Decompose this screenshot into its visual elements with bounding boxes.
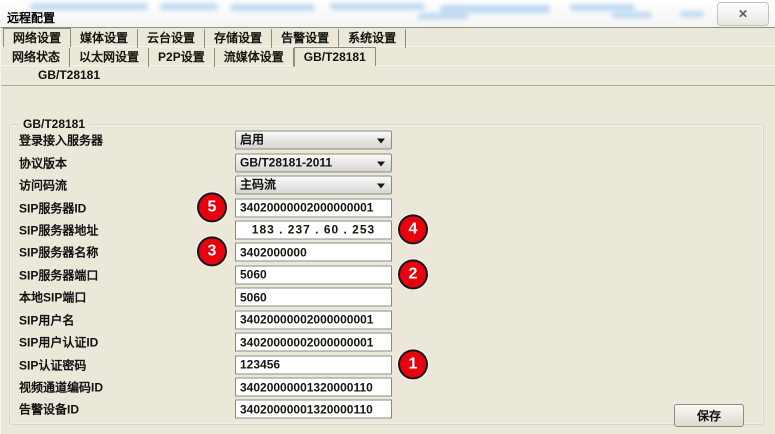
sip-auth-password-label: SIP认证密码 <box>19 356 86 373</box>
field-row-login-access-server: 登录接入服务器 启用 <box>10 129 763 151</box>
access-stream-dropdown[interactable]: 主码流 <box>235 176 392 195</box>
tab-primary-4[interactable]: 存储设置 <box>205 29 272 48</box>
sip-server-id-label: SIP服务器ID <box>19 199 86 216</box>
field-row-local-sip-port: 本地SIP端口 <box>10 286 763 308</box>
chevron-down-icon <box>377 161 385 166</box>
blurred-text-artifact <box>440 5 550 13</box>
tab-secondary-1[interactable]: 网络状态 <box>3 48 70 67</box>
tab-primary-6[interactable]: 系统设置 <box>339 29 406 48</box>
login-access-server-dropdown[interactable]: 启用 <box>235 131 392 150</box>
blurred-text-artifact <box>230 4 315 11</box>
sip-auth-password-input[interactable] <box>235 355 392 374</box>
tab-primary-1[interactable]: 网络设置 <box>3 28 71 47</box>
chevron-down-icon <box>377 139 385 144</box>
close-button[interactable]: ✕ <box>717 2 769 26</box>
form-fields: 登录接入服务器启用协议版本GB/T28181-2011访问码流主码流SIP服务器… <box>10 129 763 421</box>
tab-primary-2[interactable]: 媒体设置 <box>71 29 138 48</box>
field-row-sip-user-auth-id: SIP用户认证ID <box>10 331 763 353</box>
blurred-text-artifact <box>160 3 218 10</box>
dialog-client-area: 网络设置媒体设置云台设置存储设置告警设置系统设置 网络状态以太网设置P2P设置流… <box>0 27 775 434</box>
sip-server-address-input[interactable] <box>235 220 392 239</box>
alarm-device-id-label: 告警设备ID <box>19 401 79 418</box>
sip-username-input[interactable] <box>235 310 392 329</box>
field-row-sip-server-id: SIP服务器ID5 <box>10 196 763 218</box>
field-row-protocol-version: 协议版本 GB/T28181-2011 <box>10 151 763 173</box>
sip-user-auth-id-label: SIP用户认证ID <box>19 334 98 351</box>
sip-server-id-input[interactable] <box>235 198 392 217</box>
annotation-badge-1: 1 <box>398 349 428 379</box>
login-access-server-label: 登录接入服务器 <box>19 132 103 149</box>
protocol-version-dropdown[interactable]: GB/T28181-2011 <box>235 153 392 172</box>
tab-secondary-4[interactable]: 流媒体设置 <box>215 48 294 67</box>
save-button[interactable]: 保存 <box>674 404 744 427</box>
field-row-sip-server-port: SIP服务器端口2 <box>10 264 763 286</box>
chevron-down-icon <box>377 184 385 189</box>
tab-primary-3[interactable]: 云台设置 <box>138 29 205 48</box>
protocol-version-label: 协议版本 <box>19 154 67 171</box>
sip-server-name-input[interactable] <box>235 243 392 262</box>
tab-secondary-2[interactable]: 以太网设置 <box>70 48 149 67</box>
field-row-sip-auth-password: SIP认证密码1 <box>10 353 763 375</box>
annotation-badge-5: 5 <box>197 192 227 222</box>
alarm-device-id-input[interactable] <box>235 400 392 419</box>
window-title: 远程配置 <box>7 9 55 26</box>
field-row-sip-username: SIP用户名 <box>10 309 763 331</box>
blurred-text-artifact <box>418 13 468 19</box>
blurred-text-artifact <box>330 3 425 10</box>
field-row-access-stream: 访问码流 主码流 <box>10 174 763 196</box>
blurred-text-artifact <box>30 3 148 10</box>
sip-username-label: SIP用户名 <box>19 311 74 328</box>
local-sip-port-input[interactable] <box>235 288 392 307</box>
video-channel-id-label: 视频通道编码ID <box>19 379 103 396</box>
page-header: GB/T28181 <box>1 66 775 86</box>
secondary-tab-strip: 网络状态以太网设置P2P设置流媒体设置GB/T28181 <box>1 47 775 66</box>
remote-config-dialog: 远程配置 ✕ 网络设置媒体设置云台设置存储设置告警设置系统设置 网络状态以太网设… <box>0 0 775 434</box>
primary-tab-strip: 网络设置媒体设置云台设置存储设置告警设置系统设置 <box>1 28 775 47</box>
annotation-badge-4: 4 <box>398 214 428 244</box>
gbt28181-groupbox: GB/T28181 登录接入服务器启用协议版本GB/T28181-2011访问码… <box>9 124 764 425</box>
sip-server-port-input[interactable] <box>235 265 392 284</box>
video-channel-id-input[interactable] <box>235 378 392 397</box>
blurred-text-artifact <box>680 11 704 17</box>
local-sip-port-label: 本地SIP端口 <box>19 289 86 306</box>
field-row-sip-server-name: SIP服务器名称3 <box>10 241 763 263</box>
sip-server-address-label: SIP服务器地址 <box>19 221 98 238</box>
blurred-text-artifact <box>570 4 635 11</box>
annotation-badge-2: 2 <box>398 259 428 289</box>
field-row-alarm-device-id: 告警设备ID <box>10 398 763 420</box>
tab-secondary-5[interactable]: GB/T28181 <box>294 47 376 66</box>
access-stream-label: 访问码流 <box>19 177 67 194</box>
field-row-video-channel-id: 视频通道编码ID <box>10 376 763 398</box>
sip-user-auth-id-input[interactable] <box>235 333 392 352</box>
tab-primary-5[interactable]: 告警设置 <box>272 29 339 48</box>
blurred-text-artifact <box>612 12 652 18</box>
sip-server-name-label: SIP服务器名称 <box>19 244 98 261</box>
tab-secondary-3[interactable]: P2P设置 <box>149 48 215 67</box>
titlebar: 远程配置 ✕ <box>0 0 775 27</box>
field-row-sip-server-address: SIP服务器地址4 <box>10 219 763 241</box>
annotation-badge-3: 3 <box>197 237 227 267</box>
sip-server-port-label: SIP服务器端口 <box>19 266 98 283</box>
